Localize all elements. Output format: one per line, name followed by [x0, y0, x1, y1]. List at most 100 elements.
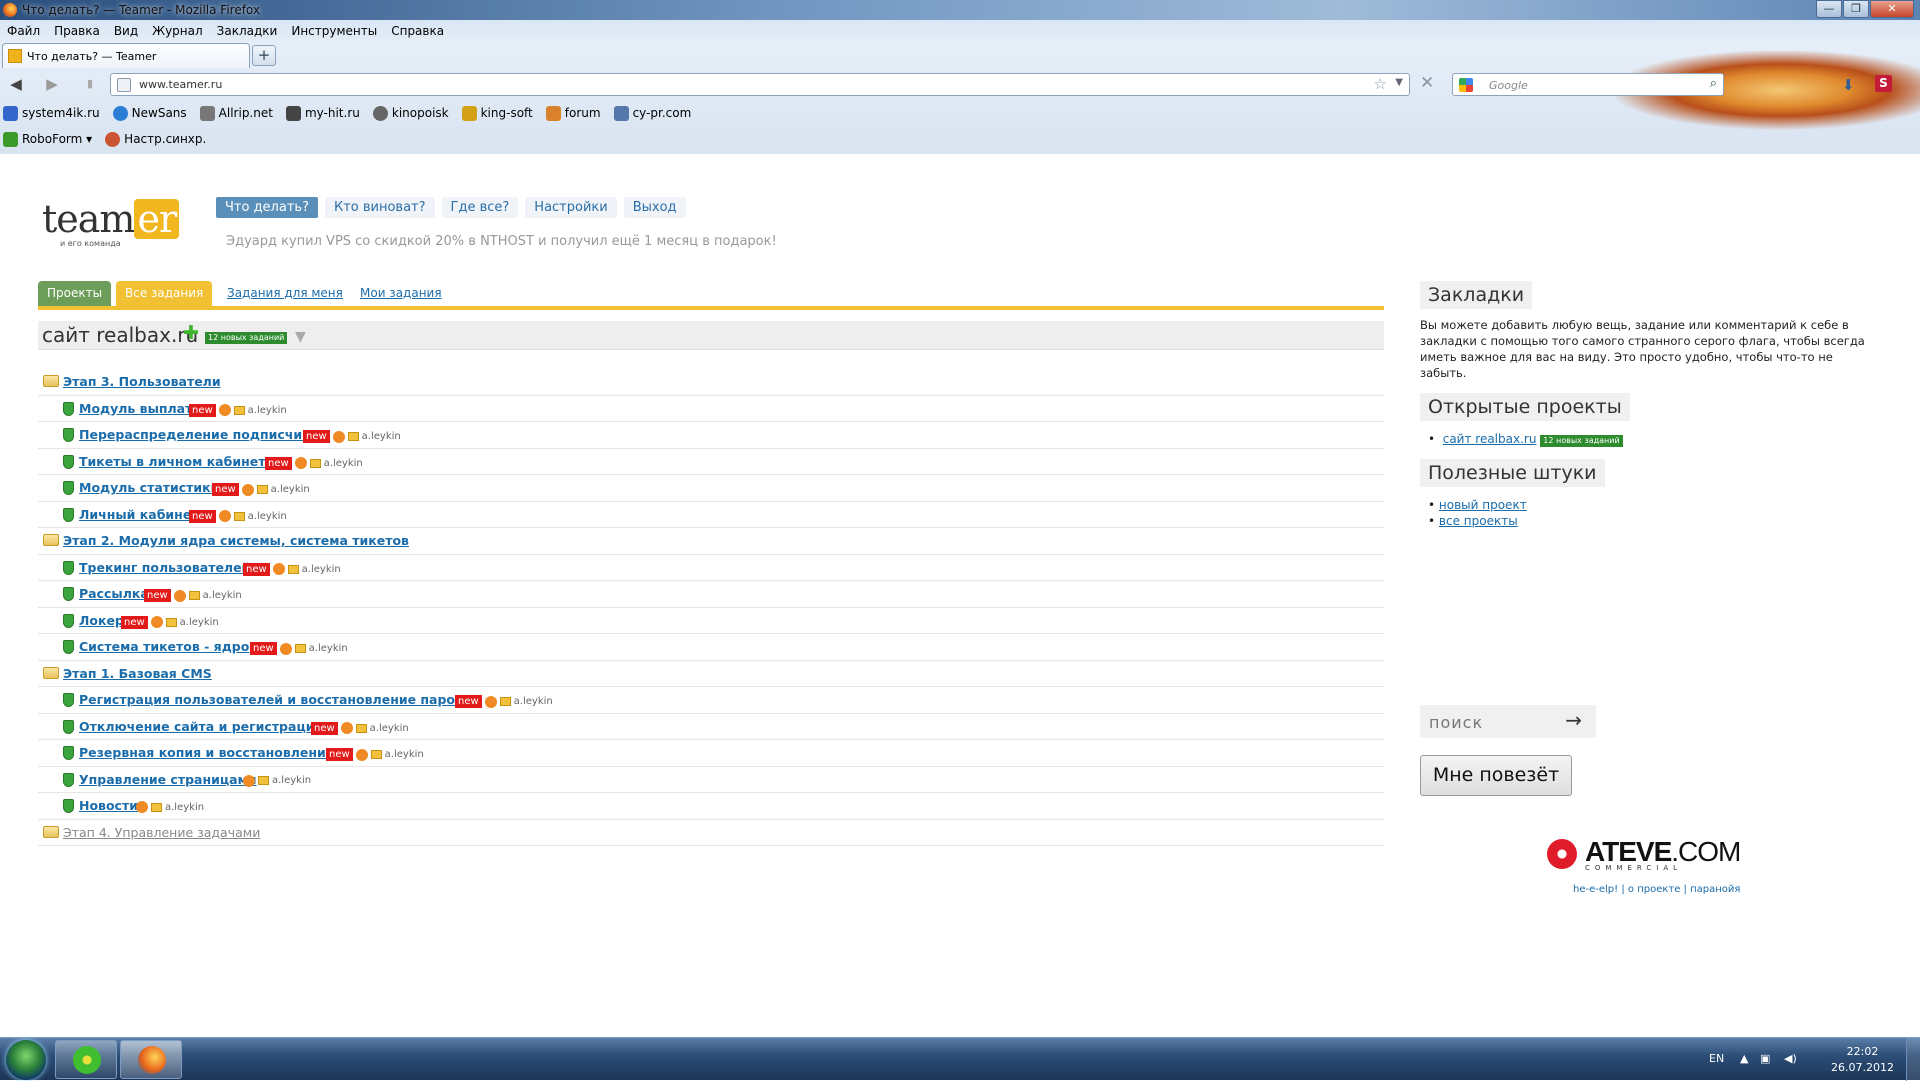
bookmark-allrip[interactable]: Allrip.net	[197, 103, 273, 123]
new-project-link[interactable]: новый проект	[1439, 498, 1527, 512]
volume-icon[interactable]: ◀)	[1784, 1052, 1797, 1065]
menu-file[interactable]: Файл	[0, 22, 47, 40]
stage-title[interactable]: Этап 2. Модули ядра системы, система тик…	[63, 533, 409, 548]
help-link[interactable]: he-e-elp!	[1573, 884, 1618, 895]
bookmark-system4ik[interactable]: system4ik.ru	[0, 103, 100, 123]
menu-tools[interactable]: Инструменты	[284, 22, 384, 40]
task-title[interactable]: Система тикетов - ядро	[79, 639, 249, 654]
task-assignee[interactable]: a.leykin	[203, 590, 242, 601]
envelope-icon[interactable]	[347, 432, 359, 441]
collapse-triangle-icon[interactable]: ▼	[295, 329, 306, 345]
close-window-button[interactable]: ✕	[1870, 0, 1914, 18]
task-assignee[interactable]: a.leykin	[165, 802, 204, 813]
stop-icon[interactable]: ✕	[1420, 73, 1434, 93]
ateve-logo[interactable]: ATEVE.COM COMMERCIAL	[1547, 836, 1767, 876]
search-icon[interactable]: ⌕	[1710, 76, 1717, 91]
task-title[interactable]: Трекинг пользователей	[79, 560, 250, 575]
project-title[interactable]: сайт realbax.ru	[42, 323, 198, 347]
taskbar-firefox[interactable]	[120, 1040, 182, 1079]
reply-icon[interactable]	[332, 430, 345, 443]
roboform-button[interactable]: RoboForm ▾	[0, 129, 92, 149]
new-tab-button[interactable]: +	[252, 45, 276, 66]
task-assignee[interactable]: a.leykin	[309, 643, 348, 654]
show-hidden-icons-icon[interactable]: ▲	[1740, 1052, 1748, 1065]
envelope-icon[interactable]	[165, 617, 177, 627]
download-icon[interactable]: ⬇	[1842, 76, 1858, 94]
task-title[interactable]: Тикеты в личном кабинете	[79, 454, 274, 469]
envelope-icon[interactable]	[233, 405, 245, 415]
maximize-button[interactable]: ❐	[1843, 0, 1869, 18]
promo-vps-link[interactable]: VPS со скидкой 20%	[326, 234, 464, 249]
minimize-button[interactable]: —	[1816, 0, 1842, 18]
bookmark-forum[interactable]: forum	[543, 103, 601, 123]
envelope-icon[interactable]	[294, 644, 306, 653]
site-identity-icon[interactable]	[117, 78, 131, 92]
task-title[interactable]: Резервная копия и восстановление	[79, 745, 334, 760]
envelope-icon[interactable]	[309, 458, 321, 468]
search-box[interactable]: Google ⌕	[1452, 73, 1724, 96]
stage-title[interactable]: Этап 4. Управление задачами	[63, 825, 260, 840]
task-assignee[interactable]: a.leykin	[370, 723, 409, 734]
envelope-icon[interactable]	[233, 511, 245, 521]
reply-icon[interactable]	[150, 616, 163, 628]
add-task-icon[interactable]: ✚	[183, 324, 199, 343]
address-bar[interactable]: www.teamer.ru ☆ ▼	[110, 73, 1410, 96]
task-assignee[interactable]: a.leykin	[248, 511, 287, 522]
envelope-icon[interactable]	[188, 591, 200, 600]
task-assignee[interactable]: a.leykin	[302, 564, 341, 575]
task-title[interactable]: Регистрация пользователей и восстановлен…	[79, 692, 472, 707]
task-assignee[interactable]: a.leykin	[248, 405, 287, 416]
search-arrow-icon[interactable]: →	[1565, 708, 1582, 732]
reply-icon[interactable]	[218, 510, 231, 522]
envelope-icon[interactable]	[499, 697, 511, 706]
bookmark-kingsoft[interactable]: king-soft	[459, 103, 533, 123]
reply-icon[interactable]	[484, 695, 497, 708]
menu-view[interactable]: Вид	[107, 22, 145, 40]
url-history-dropdown-icon[interactable]: ▼	[1395, 77, 1403, 88]
reply-icon[interactable]	[241, 483, 254, 496]
nav-logout[interactable]: Выход	[623, 197, 686, 218]
task-title[interactable]: Перераспределение подписчиков	[79, 427, 327, 442]
sidebar-search-field[interactable]: поиск →	[1420, 705, 1596, 738]
task-assignee[interactable]: a.leykin	[272, 775, 311, 786]
stage-title[interactable]: Этап 3. Пользователи	[63, 374, 221, 389]
nav-where-is-everyone[interactable]: Где все?	[441, 197, 519, 218]
task-title[interactable]: Личный кабинет	[79, 507, 199, 522]
task-assignee[interactable]: a.leykin	[514, 696, 553, 707]
language-indicator[interactable]: EN	[1709, 1052, 1724, 1065]
task-title[interactable]: Модуль статистики	[79, 480, 219, 495]
envelope-icon[interactable]	[370, 750, 382, 759]
back-button[interactable]: ◀	[6, 74, 26, 94]
task-title[interactable]: Локер	[79, 613, 124, 628]
nav-settings[interactable]: Настройки	[525, 197, 617, 218]
clock[interactable]: 22:02 26.07.2012	[1831, 1044, 1894, 1076]
reply-icon[interactable]	[279, 642, 292, 655]
all-projects-link[interactable]: все проекты	[1439, 514, 1518, 528]
reply-icon[interactable]	[272, 563, 285, 575]
envelope-icon[interactable]	[258, 776, 269, 785]
bookmark-cypr[interactable]: cy-pr.com	[611, 103, 691, 123]
task-title[interactable]: Рассылка	[79, 586, 149, 601]
task-assignee[interactable]: a.leykin	[385, 749, 424, 760]
taskbar-icq[interactable]	[55, 1040, 117, 1079]
show-desktop-button[interactable]	[1906, 1038, 1920, 1081]
envelope-icon[interactable]	[151, 802, 162, 812]
reply-icon[interactable]	[294, 457, 307, 469]
tab-tasks-for-me[interactable]: Задания для меня	[218, 281, 352, 306]
reply-icon[interactable]	[173, 589, 186, 602]
reply-icon[interactable]	[340, 722, 353, 734]
menu-edit[interactable]: Правка	[47, 22, 107, 40]
bookmark-newsans[interactable]: NewSans	[110, 103, 187, 123]
task-assignee[interactable]: a.leykin	[180, 617, 219, 628]
tab-my-tasks[interactable]: Мои задания	[351, 281, 451, 306]
sync-settings-button[interactable]: Настр.синхр.	[102, 129, 206, 149]
envelope-icon[interactable]	[355, 723, 367, 733]
task-assignee[interactable]: a.leykin	[362, 431, 401, 442]
task-title[interactable]: Отключение сайта и регистрации	[79, 719, 323, 734]
nav-who-is-guilty[interactable]: Кто виноват?	[324, 197, 435, 218]
reply-icon[interactable]	[355, 748, 368, 761]
network-icon[interactable]: ▣	[1760, 1052, 1770, 1065]
task-assignee[interactable]: a.leykin	[271, 484, 310, 495]
task-title[interactable]: Модуль выплаты	[79, 401, 204, 416]
tab-projects[interactable]: Проекты	[38, 281, 112, 306]
